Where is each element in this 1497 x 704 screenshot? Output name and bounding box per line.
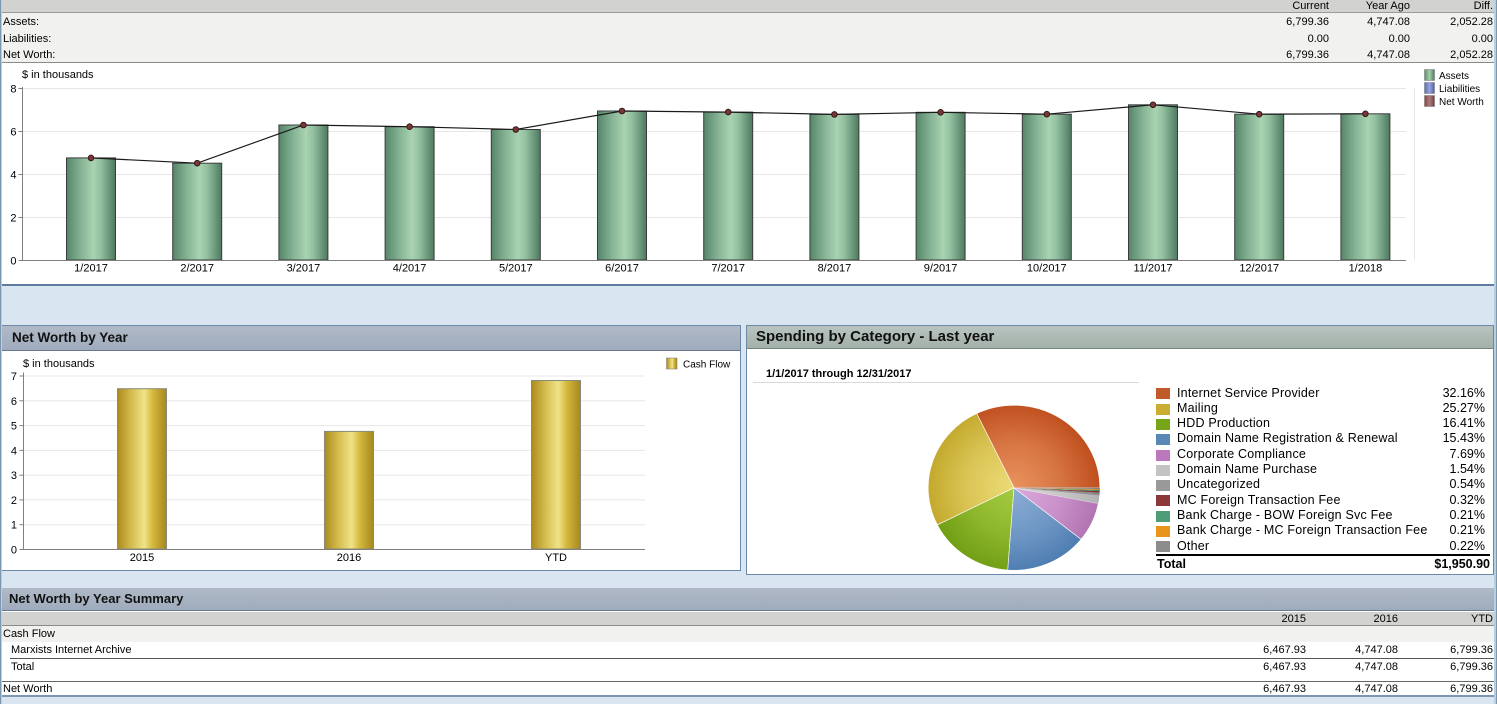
svg-text:4: 4 <box>10 170 16 182</box>
svg-text:9/2017: 9/2017 <box>924 263 958 275</box>
svg-text:YTD: YTD <box>545 552 567 564</box>
svg-text:6/2017: 6/2017 <box>605 263 639 275</box>
svg-text:1/2017: 1/2017 <box>74 263 108 275</box>
svg-text:2: 2 <box>10 213 16 225</box>
svg-text:3: 3 <box>11 470 17 482</box>
svg-text:Cash Flow: Cash Flow <box>683 360 731 371</box>
svg-text:2015: 2015 <box>130 552 154 564</box>
svg-text:3/2017: 3/2017 <box>287 263 321 275</box>
svg-text:2: 2 <box>11 495 17 507</box>
svg-text:7/2017: 7/2017 <box>711 263 745 275</box>
svg-text:4: 4 <box>11 445 17 457</box>
svg-text:$ in thousands: $ in thousands <box>22 69 94 81</box>
svg-text:1/2018: 1/2018 <box>1349 263 1383 275</box>
svg-text:0: 0 <box>11 545 17 557</box>
svg-text:0: 0 <box>10 256 16 268</box>
svg-text:7: 7 <box>11 371 17 383</box>
svg-text:10/2017: 10/2017 <box>1027 263 1067 275</box>
svg-text:12/2017: 12/2017 <box>1239 263 1279 275</box>
svg-text:1: 1 <box>11 520 17 532</box>
svg-text:5: 5 <box>11 421 17 433</box>
svg-text:6: 6 <box>10 127 16 139</box>
svg-text:11/2017: 11/2017 <box>1134 263 1173 275</box>
svg-text:8/2017: 8/2017 <box>818 263 852 275</box>
svg-text:5/2017: 5/2017 <box>499 263 533 275</box>
svg-text:4/2017: 4/2017 <box>393 263 427 275</box>
svg-text:$ in thousands: $ in thousands <box>23 358 95 370</box>
svg-text:2/2017: 2/2017 <box>180 263 214 275</box>
svg-text:2016: 2016 <box>337 552 361 564</box>
svg-text:6: 6 <box>11 396 17 408</box>
svg-text:Assets: Assets <box>1439 71 1469 82</box>
svg-text:Liabilities: Liabilities <box>1439 84 1480 95</box>
svg-text:8: 8 <box>10 84 16 96</box>
svg-text:Net Worth: Net Worth <box>1439 97 1484 108</box>
